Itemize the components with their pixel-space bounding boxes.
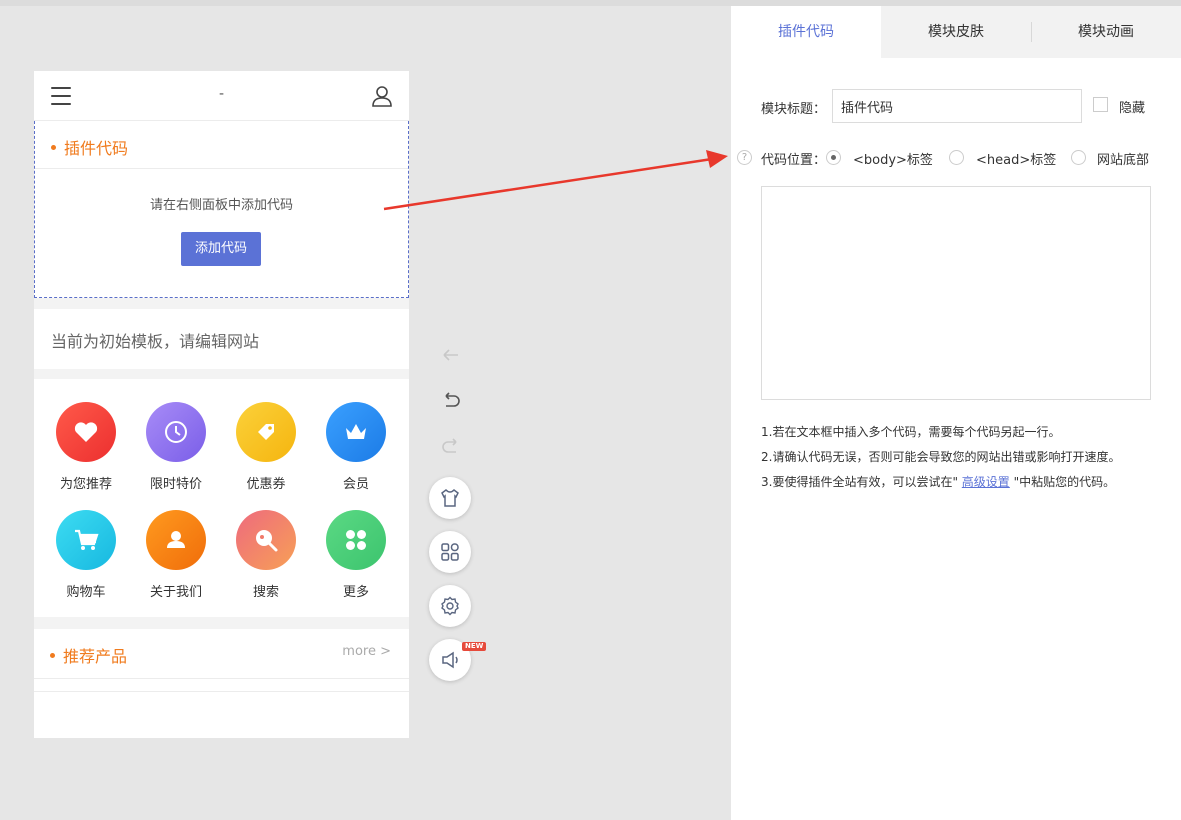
- radio-head-tag[interactable]: [949, 150, 964, 165]
- plugin-section-title: 插件代码: [51, 135, 128, 159]
- nav-item-coupon[interactable]: 优惠券: [221, 402, 311, 502]
- person-icon: [146, 510, 206, 570]
- advanced-settings-link[interactable]: 高级设置: [962, 475, 1010, 489]
- nav-item-about[interactable]: 关于我们: [131, 510, 221, 610]
- phone-title: -: [218, 86, 225, 102]
- nav-item-search[interactable]: 搜索: [221, 510, 311, 610]
- products-section-title: 推荐产品: [50, 643, 127, 667]
- nav-item-more[interactable]: 更多: [311, 510, 401, 610]
- notice-module[interactable]: 当前为初始模板，请编辑网站: [34, 309, 409, 369]
- grid-icon: [441, 543, 459, 561]
- nav-item-label: 会员: [342, 477, 369, 492]
- gear-icon: [441, 596, 459, 616]
- new-badge: NEW: [462, 642, 487, 651]
- notice-text: 当前为初始模板，请编辑网站: [51, 332, 260, 351]
- section-gap: [34, 369, 409, 379]
- nav-item-label: 搜索: [252, 585, 279, 600]
- add-code-button[interactable]: 添加代码: [181, 232, 261, 266]
- nav-item-label: 为您推荐: [59, 477, 112, 492]
- products-module[interactable]: 推荐产品 more >: [34, 629, 409, 679]
- hide-checkbox[interactable]: [1093, 97, 1108, 112]
- clock-icon: [146, 402, 206, 462]
- more-link[interactable]: more >: [342, 644, 391, 659]
- nav-item-label: 更多: [342, 585, 369, 600]
- radio-label: <body>标签: [853, 153, 933, 168]
- plugin-code-module[interactable]: 插件代码 请在右侧面板中添加代码 添加代码: [34, 121, 409, 298]
- tag-icon: [236, 402, 296, 462]
- phone-preview: - 插件代码 请在右侧面板中添加代码 添加代码 当前为初始模板，请编辑网站 为您…: [34, 71, 409, 738]
- radio-body-tag[interactable]: [826, 150, 841, 165]
- module-title-input[interactable]: [832, 89, 1082, 123]
- skin-tool-button[interactable]: [429, 477, 471, 519]
- tab-module-animation[interactable]: 模块动画: [1031, 6, 1181, 58]
- divider: [34, 691, 409, 692]
- redo-icon[interactable]: [440, 436, 462, 458]
- help-icon[interactable]: ?: [737, 150, 752, 165]
- undo-icon[interactable]: [440, 390, 462, 412]
- nav-item-flash-sale[interactable]: 限时特价: [131, 402, 221, 502]
- nav-item-label: 限时特价: [149, 477, 202, 492]
- section-gap: [34, 617, 409, 629]
- hide-label: 隐藏: [1119, 101, 1146, 116]
- arrow-left-icon[interactable]: [440, 344, 462, 366]
- speaker-icon: [442, 651, 458, 669]
- plugin-hint-text: 请在右侧面板中添加代码: [149, 198, 293, 213]
- tip-line-2: 2.请确认代码无误，否则可能会导致您的网站出错或影响打开速度。: [761, 450, 1121, 464]
- section-gap: [34, 298, 409, 309]
- module-title-label: 模块标题：: [761, 102, 827, 117]
- shirt-icon: [441, 489, 459, 507]
- radio-site-bottom[interactable]: [1071, 150, 1086, 165]
- nav-item-label: 购物车: [66, 585, 106, 600]
- radio-label: 网站底部: [1097, 153, 1150, 168]
- settings-panel: 插件代码 模块皮肤 模块动画 模块标题： 隐藏 ? 代码位置： <body>标签…: [731, 6, 1181, 820]
- user-icon[interactable]: [371, 85, 393, 107]
- search-icon: [236, 510, 296, 570]
- code-textarea[interactable]: [761, 186, 1151, 400]
- tip-line-1: 1.若在文本框中插入多个代码，需要每个代码另起一行。: [761, 425, 1061, 439]
- nav-item-label: 关于我们: [149, 585, 202, 600]
- crown-icon: [326, 402, 386, 462]
- panel-tabs: 插件代码 模块皮肤 模块动画: [731, 6, 1181, 58]
- nav-item-label: 优惠券: [246, 477, 286, 492]
- icon-nav-grid: 为您推荐 限时特价 优惠券 会员 购物车 关于我们 搜索 更多: [34, 379, 409, 617]
- code-position-label: 代码位置：: [761, 153, 827, 168]
- radio-label: <head>标签: [976, 153, 1057, 168]
- tab-plugin-code[interactable]: 插件代码: [731, 6, 881, 58]
- tab-module-skin[interactable]: 模块皮肤: [881, 6, 1031, 58]
- nav-item-recommend[interactable]: 为您推荐: [41, 402, 131, 502]
- heart-icon: [56, 402, 116, 462]
- nav-item-member[interactable]: 会员: [311, 402, 401, 502]
- modules-tool-button[interactable]: [429, 531, 471, 573]
- nav-item-cart[interactable]: 购物车: [41, 510, 131, 610]
- cart-icon: [56, 510, 116, 570]
- divider: [35, 168, 408, 169]
- apps-icon: [326, 510, 386, 570]
- phone-header: -: [34, 71, 409, 121]
- settings-tool-button[interactable]: [429, 585, 471, 627]
- tip-line-3: 3.要使得插件全站有效，可以尝试在" 高级设置 "中粘贴您的代码。: [761, 475, 1116, 489]
